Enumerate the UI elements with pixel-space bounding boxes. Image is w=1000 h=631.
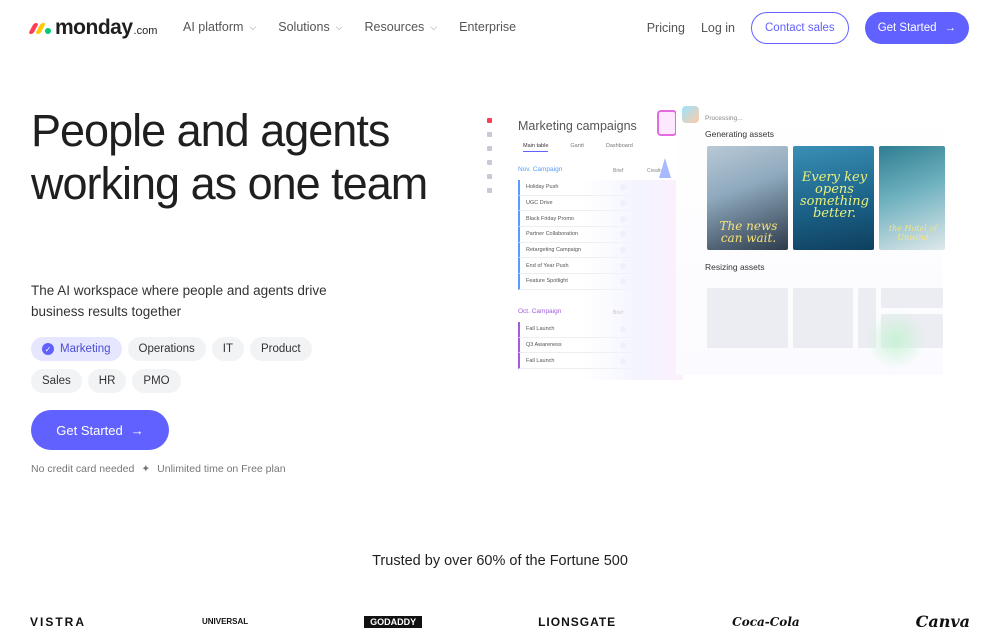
generated-assets: The news can wait. Every key opens somet… bbox=[707, 146, 945, 250]
chip-marketing[interactable]: ✓ Marketing bbox=[31, 337, 122, 361]
tab-main-table[interactable]: Main table bbox=[523, 143, 549, 152]
logo-mark-icon bbox=[28, 22, 51, 34]
cursor-frame-icon bbox=[657, 110, 677, 136]
logo-coca-cola: Coca-Cola bbox=[732, 614, 800, 629]
chevron-down-icon: ⌵ bbox=[335, 21, 343, 32]
board-fade bbox=[583, 180, 683, 380]
logo-wordmark: monday bbox=[55, 16, 133, 39]
pricing-link[interactable]: Pricing bbox=[647, 21, 685, 35]
contact-sales-button[interactable]: Contact sales bbox=[751, 12, 849, 44]
logo-suffix: .com bbox=[133, 25, 158, 37]
nav-get-started-button[interactable]: Get Started → bbox=[864, 12, 969, 44]
chip-hr[interactable]: HR bbox=[87, 369, 127, 393]
tab-dashboard[interactable]: Dashboard bbox=[606, 143, 633, 152]
logo-canva: Canva bbox=[915, 612, 970, 631]
asset-card[interactable]: The news can wait. bbox=[707, 146, 788, 250]
signup-note: No credit card needed ✦ Unlimited time o… bbox=[31, 463, 286, 475]
main-menu: AI platform ⌵ Solutions ⌵ Resources ⌵ En… bbox=[183, 20, 516, 34]
board-title: Marketing campaigns bbox=[518, 119, 637, 133]
agent-avatar bbox=[682, 106, 699, 123]
nav-item-enterprise[interactable]: Enterprise bbox=[459, 20, 516, 34]
chip-operations[interactable]: Operations bbox=[127, 337, 206, 361]
asset-card[interactable]: the Hotel of Unwind bbox=[879, 146, 945, 250]
placeholder-box bbox=[707, 288, 788, 348]
chip-pmo[interactable]: PMO bbox=[132, 369, 181, 393]
board-sidebar bbox=[483, 118, 495, 193]
chevron-down-icon: ⌵ bbox=[430, 21, 438, 32]
login-link[interactable]: Log in bbox=[701, 21, 735, 35]
sparkle-icon: ✦ bbox=[141, 463, 151, 475]
hero-title: People and agents working as one team bbox=[31, 105, 428, 209]
board-tabs: Main table Gantt Dashboard bbox=[523, 143, 633, 152]
group-nov-campaign: Nov. Campaign bbox=[518, 166, 563, 173]
chip-sales[interactable]: Sales bbox=[31, 369, 82, 393]
check-icon: ✓ bbox=[42, 343, 54, 355]
agent-panel: Processing... Generating assets The news… bbox=[676, 100, 945, 375]
group-oct-campaign: Oct. Campaign bbox=[518, 308, 562, 315]
asset-card[interactable]: Every key opens something better. bbox=[793, 146, 874, 250]
nav-item-resources[interactable]: Resources ⌵ bbox=[365, 20, 438, 34]
chip-it[interactable]: IT bbox=[211, 337, 244, 361]
chip-product[interactable]: Product bbox=[250, 337, 312, 361]
glow-decoration bbox=[866, 310, 926, 370]
cursor-pointer-icon bbox=[659, 158, 671, 178]
board-preview: Marketing campaigns Main table Gantt Das… bbox=[483, 110, 683, 380]
department-chips: ✓ Marketing Operations IT Product Sales … bbox=[31, 337, 351, 393]
generating-assets-label: Generating assets bbox=[705, 129, 774, 139]
chevron-down-icon: ⌵ bbox=[249, 21, 257, 32]
arrow-right-icon: → bbox=[944, 22, 957, 34]
customer-logos: VISTRA UNIVERSAL GODADDY LIONSGATE Coca-… bbox=[30, 612, 970, 631]
nav-item-solutions[interactable]: Solutions ⌵ bbox=[278, 20, 342, 34]
top-nav: monday .com AI platform ⌵ Solutions ⌵ Re… bbox=[0, 0, 1000, 56]
logo-godaddy: GODADDY bbox=[364, 615, 423, 628]
logo-lionsgate: LIONSGATE bbox=[538, 614, 617, 629]
placeholder-box bbox=[881, 288, 943, 308]
hero-subtitle: The AI workspace where people and agents… bbox=[31, 283, 327, 319]
processing-status: Processing... bbox=[705, 115, 743, 122]
resizing-assets-label: Resizing assets bbox=[705, 262, 765, 272]
placeholder-box bbox=[793, 288, 853, 348]
nav-item-ai-platform[interactable]: AI platform ⌵ bbox=[183, 20, 256, 34]
trusted-heading: Trusted by over 60% of the Fortune 500 bbox=[372, 553, 628, 569]
logo-vistra: VISTRA bbox=[30, 614, 87, 629]
monday-logo[interactable]: monday .com bbox=[28, 16, 158, 40]
arrow-right-icon: → bbox=[130, 422, 144, 438]
nav-actions: Pricing Log in Contact sales Get Started… bbox=[647, 12, 969, 44]
product-mockup: Marketing campaigns Main table Gantt Das… bbox=[483, 100, 945, 380]
tab-gantt[interactable]: Gantt bbox=[570, 143, 583, 152]
column-brief: Brief bbox=[613, 168, 624, 174]
hero-get-started-button[interactable]: Get Started → bbox=[31, 410, 169, 450]
